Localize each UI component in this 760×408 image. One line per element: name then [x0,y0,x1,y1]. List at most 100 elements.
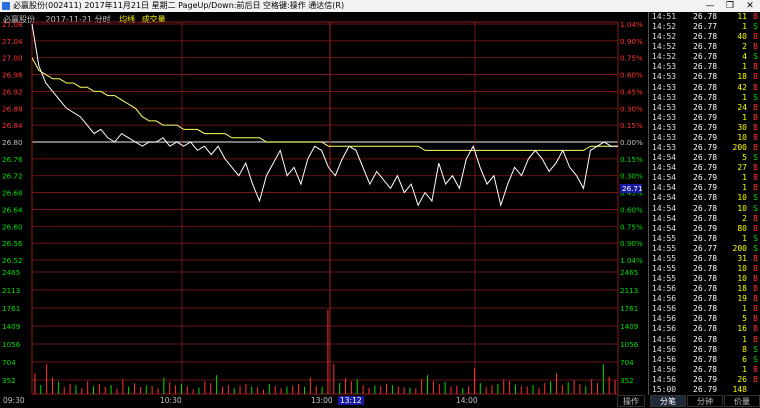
trade-volume: 18 [737,284,747,294]
trade-time: 14:56 [652,284,677,294]
trade-price: 26.78 [693,294,718,304]
volume-tick-label-right: 2113 [620,286,638,295]
trade-row: 14:56 26.78 18 B [649,284,760,295]
pct-tick-label: 1.04% [620,20,643,29]
close-button[interactable]: ✕ [740,0,760,12]
trade-side: B [753,112,758,122]
trade-volume: 27 [737,163,747,173]
pct-tick-label: 1.04% [620,256,643,265]
trade-price: 26.78 [693,32,718,42]
tab-fenbi[interactable]: 分笔 [650,395,686,407]
price-tick-label: 26.60 [2,222,23,231]
trade-row: 14:54 26.78 2 B [649,214,760,225]
tab-ops[interactable]: 操作 [617,395,645,407]
volume-tick-label-right: 2465 [620,268,638,277]
trade-time: 14:53 [652,132,677,142]
trade-row: 14:52 26.78 2 B [649,42,760,53]
restore-button[interactable]: ❐ [720,0,740,12]
trade-volume: 1 [742,304,747,314]
trade-row: 14:53 26.79 1 B [649,113,760,124]
trade-price: 26.77 [693,243,718,253]
trade-price: 26.78 [693,263,718,273]
trade-side: S [753,153,758,163]
trade-time: 15:00 [652,384,677,394]
trade-volume: 18 [737,72,747,82]
trade-time: 14:55 [652,253,677,263]
trade-list[interactable]: 14:51 26.78 11 B 14:52 26.77 1 S 14:52 26.78 40 B 14… [648,12,760,395]
trade-row: 14:56 26.78 6 S [649,355,760,366]
trade-time: 14:55 [652,263,677,273]
trade-row: 14:56 26.78 1 B [649,335,760,346]
trade-price: 26.79 [693,374,718,384]
trade-time: 14:54 [652,193,677,203]
trade-side: B [753,374,758,384]
trade-side: S [753,233,758,243]
pct-tick-label: 0.15% [620,155,643,164]
trade-side: S [753,52,758,62]
trade-price: 26.79 [693,384,718,394]
trade-row: 14:53 26.78 24 B [649,103,760,114]
trade-row: 15:00 26.79 148 [649,385,760,396]
trade-row: 14:56 26.78 1 B [649,365,760,376]
trade-volume: 10 [737,193,747,203]
trade-time: 14:52 [652,32,677,42]
trade-time: 14:56 [652,304,677,314]
volume-tick-label: 1056 [2,340,21,349]
trade-volume: 8 [742,344,747,354]
intraday-chart-svg: 27.08 1.04% 27.04 0.90% 27.00 0.75% 26.96 0.60%… [2,20,643,395]
volume-tick-label-right: 1409 [620,322,639,331]
tab-jiage[interactable]: 价量 [724,395,760,407]
trade-row: 14:54 26.78 5 S [649,153,760,164]
trade-time: 14:53 [652,122,677,132]
trade-time: 14:56 [652,344,677,354]
trade-side: B [753,72,758,82]
trade-volume: 30 [737,122,747,132]
trade-side: S [753,193,758,203]
volume-tick-label: 352 [2,376,16,385]
trade-row: 14:53 26.78 1 S [649,93,760,104]
trade-price: 26.79 [693,183,718,193]
trade-price: 26.78 [693,82,718,92]
minimize-button[interactable]: — [700,0,720,12]
trade-price: 26.79 [693,163,718,173]
trade-volume: 1 [742,92,747,102]
trade-price: 26.78 [693,253,718,263]
price-tick-label: 26.84 [2,121,23,130]
app-icon [2,2,10,10]
trade-price: 26.78 [693,52,718,62]
trade-row: 14:51 26.78 11 B [649,12,760,23]
price-tick-label: 26.92 [2,87,23,96]
volume-tick-label: 704 [2,358,16,367]
trade-row: 14:56 26.79 26 B [649,375,760,386]
trade-volume: 1 [742,233,747,243]
trade-row: 14:52 26.77 1 S [649,22,760,33]
trade-price: 26.78 [693,72,718,82]
tab-fenzhong[interactable]: 分钟 [687,395,723,407]
price-tick-label: 26.64 [2,205,23,214]
trade-side: B [753,304,758,314]
trade-time: 14:53 [652,112,677,122]
trade-side: B [753,183,758,193]
price-tick-label: 26.76 [2,155,23,164]
trade-volume: 80 [737,223,747,233]
trade-volume: 10 [737,263,747,273]
price-tick-label: 26.88 [2,104,23,113]
intraday-chart[interactable]: 27.08 1.04% 27.04 0.90% 27.00 0.75% 26.96 0.60%… [0,12,648,395]
trade-side: B [753,223,758,233]
trade-side: B [753,253,758,263]
trade-time: 14:55 [652,274,677,284]
trade-row: 14:54 26.79 1 B [649,173,760,184]
trade-row: 14:55 26.78 10 B [649,274,760,285]
trade-volume: 10 [737,132,747,142]
trade-side: B [753,274,758,284]
trade-volume: 1 [742,364,747,374]
trade-volume: 19 [737,294,747,304]
pct-tick-label: 0.75% [620,54,643,63]
trade-time: 14:56 [652,354,677,364]
trade-volume: 42 [737,82,747,92]
pct-tick-label: 0.30% [620,104,643,113]
trade-row: 14:55 26.78 10 B [649,264,760,275]
trade-volume: 1 [742,62,747,72]
trade-side: B [753,324,758,334]
price-tick-label: 26.72 [2,172,23,181]
